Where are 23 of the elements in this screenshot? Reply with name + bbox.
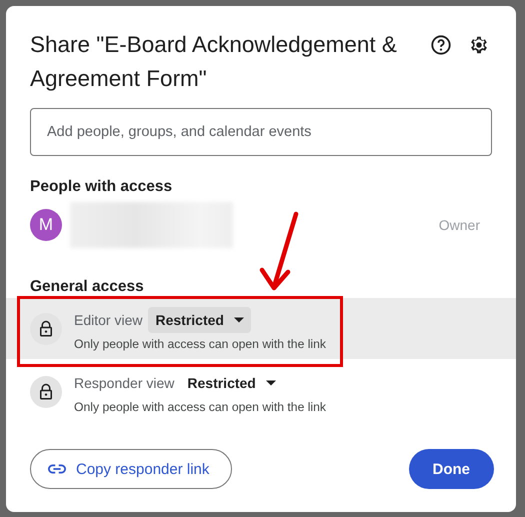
link-icon <box>48 464 66 474</box>
access-description: Only people with access can open with the link <box>74 400 326 414</box>
caret-icon <box>266 380 276 386</box>
help-icon[interactable] <box>430 34 452 56</box>
dialog-title: Share "E-Board Acknowledgement & Agreement Form" <box>30 31 398 93</box>
add-people-field[interactable]: Add people, groups, and calendar events <box>30 108 492 156</box>
access-row[interactable]: Responder view Restricted Only people with access can open with the link <box>6 367 516 417</box>
section-heading: General access <box>30 278 145 296</box>
access-label: Responder view <box>74 375 174 391</box>
copy-link-button[interactable]: Copy responder link <box>30 449 232 489</box>
access-dropdown[interactable]: Restricted <box>148 306 251 332</box>
settings-icon[interactable] <box>468 34 490 56</box>
access-description: Only people with access can open with the link <box>74 336 326 350</box>
access-row[interactable]: Editor view Restricted Only people with access can open with the link <box>6 298 516 359</box>
access-label: Editor view <box>74 312 142 328</box>
section-heading: People with access <box>30 178 174 196</box>
caret-icon <box>234 316 244 322</box>
done-button[interactable]: Done <box>408 449 494 489</box>
role-label: Owner <box>438 217 481 233</box>
avatar: M <box>30 209 62 241</box>
access-dropdown[interactable]: Restricted <box>180 370 283 396</box>
lock-icon <box>30 376 62 408</box>
lock-icon <box>30 312 62 344</box>
